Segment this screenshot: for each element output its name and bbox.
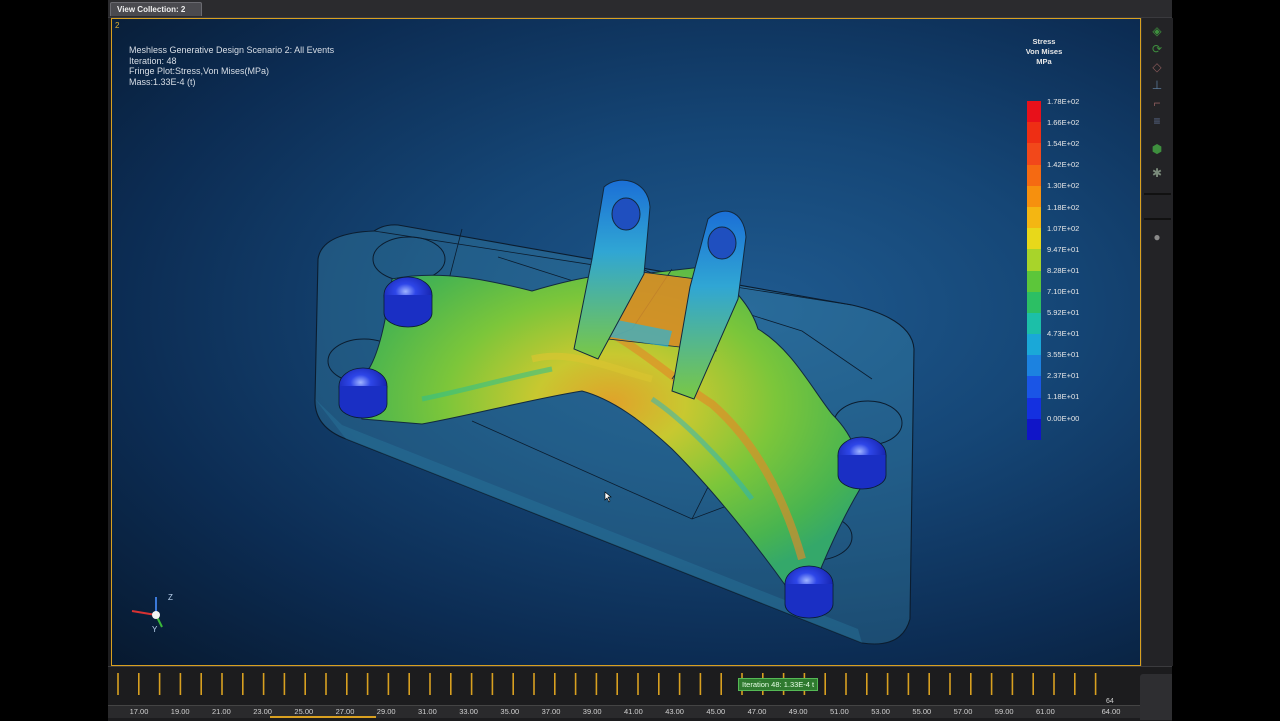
timeline-scale-label: 27.00 <box>335 707 355 716</box>
iteration-timeline[interactable]: Iteration 48: 1.33E-4 t 64 17.00 19.00 21.… <box>108 666 1172 721</box>
legend-value-label: 8.28E+01 <box>1047 265 1080 275</box>
view-cube-icon[interactable]: ◇ <box>1149 60 1165 74</box>
legend-color-bar <box>1027 101 1041 440</box>
mouse-cursor-icon <box>604 491 612 503</box>
legend-color-segment <box>1027 185 1041 207</box>
timeline-scale-label: 53.00 <box>871 707 890 716</box>
legend-color-segment <box>1027 122 1041 144</box>
legend-value-label: 1.54E+02 <box>1047 139 1080 149</box>
z-axis-label: Z <box>168 593 173 602</box>
timeline-scale-label: 39.00 <box>582 707 602 716</box>
timeline-scale-label: 35.00 <box>500 707 520 716</box>
timeline-scale-label: 17.00 <box>129 707 149 716</box>
legend-title-line: Stress <box>1032 37 1056 46</box>
legend-color-segment <box>1027 291 1041 313</box>
legend-title-line: MPa <box>1036 57 1052 66</box>
timeline-scale-label: 51.00 <box>830 707 849 716</box>
legend-value-label: 1.42E+02 <box>1047 160 1080 170</box>
iteration-badge[interactable]: Iteration 48: 1.33E-4 t <box>738 678 819 691</box>
timeline-scale-label: 41.00 <box>624 707 643 716</box>
timeline-scale-label: 64.00 <box>1101 707 1121 716</box>
timeline-scale-label: 47.00 <box>747 707 767 716</box>
legend-value-label: 3.55E+01 <box>1047 350 1080 360</box>
fit-view-icon[interactable]: ◈ <box>1149 24 1165 38</box>
timeline-scale-label: 31.00 <box>418 707 437 716</box>
legend-color-segment <box>1027 249 1041 271</box>
generative-design-model[interactable] <box>112 19 1141 666</box>
timeline-scale-label: 45.00 <box>706 707 726 716</box>
sphere-icon[interactable]: ● <box>1149 230 1165 244</box>
fringe-legend: Stress Von Mises MPa 1.78E+02 1.66E+02 1.5… <box>1012 37 1102 440</box>
timeline-scale-label: 23.00 <box>253 707 272 716</box>
view-toolbar: ◈ ⟳ ◇ ⊥ ⌐ ≡ ⬢ ✱ ● <box>1141 18 1173 666</box>
timeline-scale-label: 57.00 <box>953 707 973 716</box>
legend-value-label: 2.37E+01 <box>1047 371 1080 381</box>
legend-color-segment <box>1027 164 1041 186</box>
timeline-scale-label: 25.00 <box>294 707 314 716</box>
timeline-scale-label: 33.00 <box>459 707 478 716</box>
y-axis-label: Y <box>152 625 158 634</box>
scrollbar-corner[interactable] <box>1140 674 1172 720</box>
tab-bar: View Collection: 2 <box>108 0 1172 18</box>
legend-color-segment <box>1027 376 1041 398</box>
timeline-scale: 17.00 19.00 21.00 23.00 25.00 27.00 29.00 31.00… <box>108 705 1172 718</box>
legend-value-label: 1.30E+02 <box>1047 181 1080 191</box>
timeline-scale-label: 43.00 <box>665 707 684 716</box>
fringe-plot-label: Fringe Plot:Stress,Von Mises(MPa) <box>129 66 270 76</box>
legend-value-label: 1.07E+02 <box>1047 223 1080 233</box>
coordinate-triad[interactable]: Z Y <box>126 591 186 641</box>
legend-value-label: 9.47E+01 <box>1047 244 1080 254</box>
timeline-scale-label: 37.00 <box>541 707 561 716</box>
timeline-scale-label: 59.00 <box>994 707 1014 716</box>
timeline-ticks[interactable] <box>108 667 1172 705</box>
iteration-label: Iteration: 48 <box>129 55 177 66</box>
xyz-triad-icon[interactable]: ⌐ <box>1149 96 1165 110</box>
legend-value-label: 5.92E+01 <box>1047 308 1080 317</box>
legend-value-label: 1.66E+02 <box>1047 118 1080 128</box>
timeline-end-label: 64 <box>1106 698 1114 705</box>
legend-value-label: 0.00E+00 <box>1047 413 1080 423</box>
legend-color-segment <box>1027 355 1041 377</box>
legend-color-segment <box>1027 143 1041 165</box>
tab-view-collection[interactable]: View Collection: 2 <box>110 2 202 16</box>
graphics-viewport[interactable]: 2 Meshless Generative Design Scenario 2:… <box>111 18 1141 666</box>
legend-value-label: 1.78E+02 <box>1047 97 1080 106</box>
legend-color-segment <box>1027 334 1041 356</box>
cube-shaded-icon[interactable]: ⬢ <box>1149 142 1165 156</box>
result-info: Meshless Generative Design Scenario 2: A… <box>129 45 334 87</box>
timeline-scale-label: 21.00 <box>212 707 231 716</box>
timeline-scale-label: 49.00 <box>788 707 808 716</box>
axis-view-icon[interactable]: ⊥ <box>1149 78 1165 92</box>
toolbar-separator <box>1144 218 1171 220</box>
legend-color-segment <box>1027 101 1041 123</box>
legend-color-segment <box>1027 418 1041 440</box>
legend-color-segment <box>1027 270 1041 292</box>
toolbar-separator <box>1144 193 1171 195</box>
legend-value-label: 1.18E+01 <box>1047 392 1080 402</box>
timeline-scale-label: 61.00 <box>1036 707 1055 716</box>
legend-color-segment <box>1027 312 1041 335</box>
legend-title-line: Von Mises <box>1025 47 1063 56</box>
rotate-view-icon[interactable]: ⟳ <box>1149 42 1165 56</box>
legend-value-label: 4.73E+01 <box>1047 329 1080 339</box>
legend-value-label: 7.10E+01 <box>1047 286 1080 296</box>
mass-label: Mass:1.33E-4 (t) <box>129 76 196 87</box>
render-style-icon[interactable]: ≡ <box>1149 114 1165 128</box>
legend-color-segment <box>1027 397 1041 419</box>
legend-value-label: 1.18E+02 <box>1047 202 1080 212</box>
timeline-scale-label: 19.00 <box>170 707 190 716</box>
settings-gear-icon[interactable]: ✱ <box>1149 166 1165 180</box>
app-window: View Collection: 2 2 Meshless Generative… <box>108 0 1173 721</box>
legend-color-segment <box>1027 228 1041 250</box>
legend-color-segment <box>1027 206 1041 229</box>
timeline-scale-label: 55.00 <box>912 707 932 716</box>
scenario-label: Meshless Generative Design Scenario 2: A… <box>129 45 335 55</box>
triad-origin <box>152 611 160 619</box>
timeline-scale-label: 29.00 <box>376 707 396 716</box>
timeline-range-marker <box>270 716 376 718</box>
